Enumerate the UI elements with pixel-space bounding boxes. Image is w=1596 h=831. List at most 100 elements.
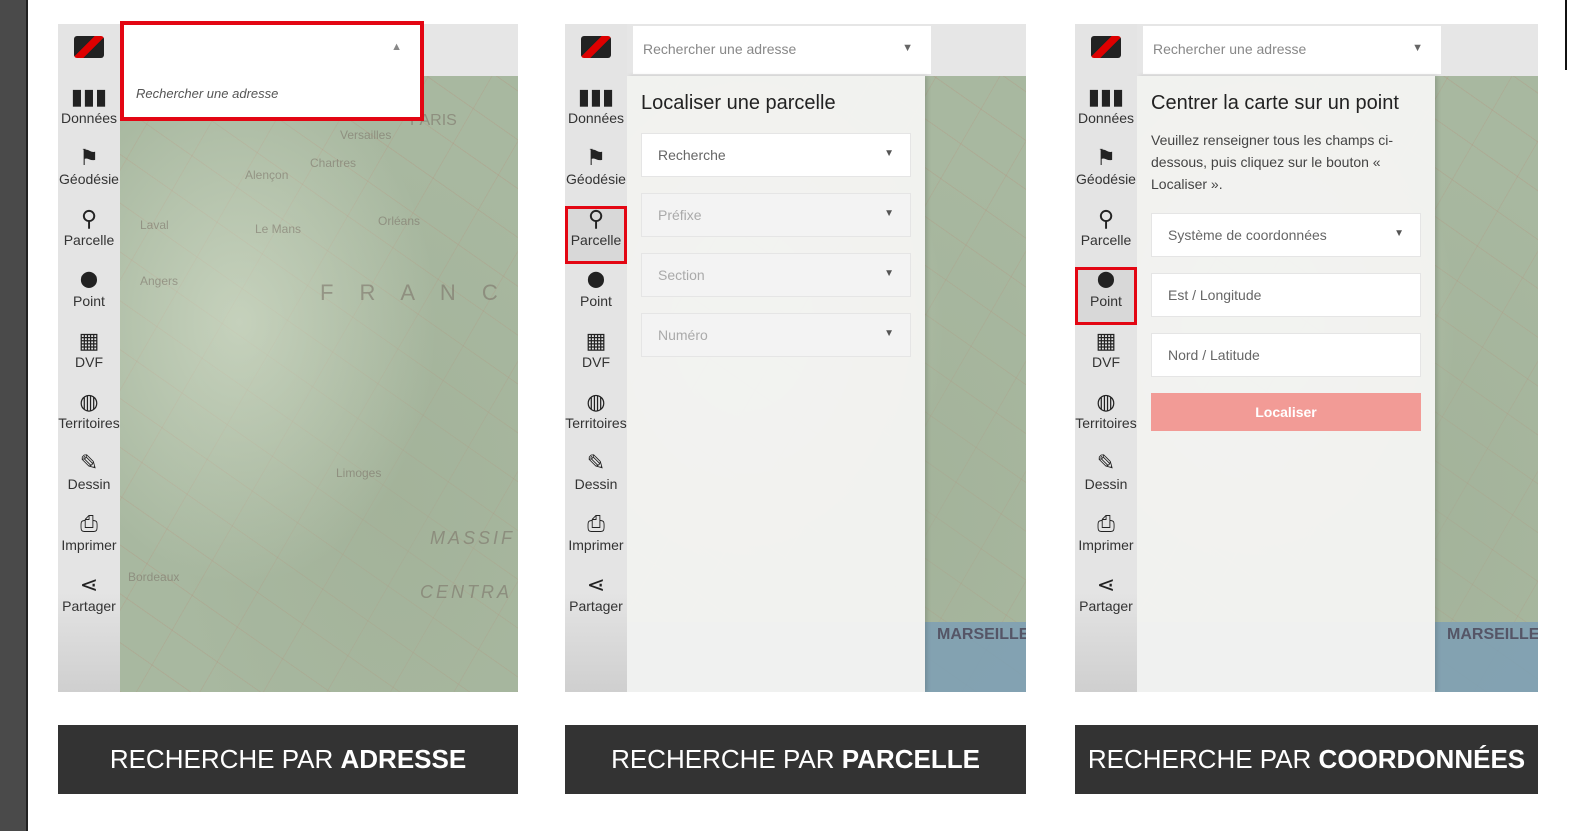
sidebar: ▮▮▮ Données ⚑ Géodésie ⚲ Parcelle ⬤ Point ▦ DVF ◍ T… <box>565 24 627 692</box>
globe-icon: ◍ <box>1096 389 1116 414</box>
sidebar-item-label: Partager <box>569 598 623 614</box>
pencil-icon: ✎ <box>1096 450 1116 475</box>
sidebar-item-donnees[interactable]: ▮▮▮ Données <box>1075 84 1137 142</box>
sidebar-item-label: Territoires <box>1075 415 1137 431</box>
sidebar-item-label: Géodésie <box>1076 171 1136 187</box>
address-search-input[interactable]: ▲ Rechercher une adresse <box>120 21 424 121</box>
sidebar: ▮▮▮ Données ⚑ Géodésie ⚲ Parcelle ⬤ Point ▦ DVF ◍ T… <box>1075 24 1137 692</box>
field-label: Préfixe <box>658 207 702 223</box>
right-window-edge <box>1565 0 1567 70</box>
building-icon: ▦ <box>1095 328 1117 353</box>
caption-prefix: RECHERCHE PAR <box>611 744 842 774</box>
address-search-input[interactable]: Rechercher une adresse ▼ <box>633 26 931 74</box>
sidebar-item-label: Territoires <box>58 415 120 431</box>
number-select[interactable]: Numéro ▼ <box>641 313 911 357</box>
sidebar-item-label: Dessin <box>1084 476 1128 492</box>
sidebar-item-parcelle[interactable]: ⚲ Parcelle <box>58 206 120 264</box>
sidebar-item-label: Partager <box>62 598 116 614</box>
sidebar-item-label: Partager <box>1079 598 1133 614</box>
map-label: MASSIF <box>430 528 516 548</box>
sidebar-item-partager[interactable]: ⋖ Partager <box>565 572 627 630</box>
sidebar-item-dessin[interactable]: ✎ Dessin <box>1075 450 1137 508</box>
sidebar-item-territoires[interactable]: ◍ Territoires <box>565 389 627 447</box>
map[interactable]: PARIS Versailles Chartres Alençon Le Man… <box>120 76 518 692</box>
sidebar-item-point[interactable]: ⬤ Point <box>58 267 120 325</box>
caption-parcel: RECHERCHE PAR PARCELLE <box>565 725 1026 794</box>
sidebar-item-imprimer[interactable]: ⎙ Imprimer <box>58 511 120 569</box>
left-window-edge <box>0 0 28 831</box>
sidebar-item-geodesie[interactable]: ⚑ Géodésie <box>565 145 627 203</box>
sidebar-item-label: Données <box>567 110 625 126</box>
print-icon: ⎙ <box>80 511 98 536</box>
map-label: Bordeaux <box>128 570 180 584</box>
sidebar-item-donnees[interactable]: ▮▮▮ Données <box>58 84 120 142</box>
sidebar-item-geodesie[interactable]: ⚑ Géodésie <box>1075 145 1137 203</box>
sidebar-item-territoires[interactable]: ◍ Territoires <box>1075 389 1137 447</box>
address-search-input[interactable]: Rechercher une adresse ▼ <box>1143 26 1441 74</box>
sidebar-item-label: DVF <box>582 354 610 370</box>
globe-icon: ◍ <box>586 389 606 414</box>
top-bar: Rechercher une adresse ▼ <box>1137 24 1538 76</box>
caption-bold: COORDONNÉES <box>1318 744 1526 774</box>
print-icon: ⎙ <box>1097 511 1115 536</box>
search-icon: ⚲ <box>587 206 605 231</box>
panel-parcel: Rechercher une adresse ▼ MARSEILLE Locali… <box>565 24 1026 692</box>
field-label: Section <box>658 267 705 283</box>
section-select[interactable]: Section ▼ <box>641 253 911 297</box>
caption-prefix: RECHERCHE PAR <box>1087 744 1319 774</box>
sidebar-item-label: Géodésie <box>566 171 626 187</box>
map-label: F R A N C <box>320 280 508 305</box>
caret-up-icon[interactable]: ▲ <box>391 41 402 53</box>
parcel-drawer: Localiser une parcelle Recherche ▼ Préfix… <box>627 76 925 692</box>
caption-coordinates: RECHERCHE PAR COORDONNÉES <box>1075 725 1538 794</box>
sidebar-item-imprimer[interactable]: ⎙ Imprimer <box>565 511 627 569</box>
map-label: Orléans <box>378 214 421 228</box>
prefix-select[interactable]: Préfixe ▼ <box>641 193 911 237</box>
caret-down-icon: ▼ <box>902 42 913 54</box>
app-logo[interactable] <box>1091 36 1121 58</box>
map-label: Limoges <box>336 466 382 480</box>
field-placeholder: Est / Longitude <box>1168 287 1262 303</box>
longitude-input[interactable]: Est / Longitude <box>1151 273 1421 317</box>
sidebar-item-dvf[interactable]: ▦ DVF <box>58 328 120 386</box>
coordinate-system-select[interactable]: Système de coordonnées ▼ <box>1151 213 1421 257</box>
sidebar-item-point[interactable]: ⬤ Point <box>565 267 627 325</box>
field-label: Système de coordonnées <box>1168 227 1327 243</box>
address-search-placeholder: Rechercher une adresse <box>136 86 279 101</box>
parcel-search-select[interactable]: Recherche ▼ <box>641 133 911 177</box>
sidebar-item-dessin[interactable]: ✎ Dessin <box>565 450 627 508</box>
caret-down-icon: ▼ <box>884 208 894 219</box>
sidebar-item-point[interactable]: ⬤ Point <box>1075 267 1137 325</box>
map-label: Chartres <box>310 156 357 170</box>
map-label: CENTRA <box>420 582 513 602</box>
localiser-button[interactable]: Localiser <box>1151 393 1421 431</box>
sidebar-item-dvf[interactable]: ▦ DVF <box>1075 328 1137 386</box>
sidebar-item-label: Territoires <box>565 415 627 431</box>
sidebar-item-parcelle[interactable]: ⚲ Parcelle <box>565 206 627 264</box>
sidebar-item-territoires[interactable]: ◍ Territoires <box>58 389 120 447</box>
sidebar-item-partager[interactable]: ⋖ Partager <box>1075 572 1137 630</box>
sidebar-item-donnees[interactable]: ▮▮▮ Données <box>565 84 627 142</box>
map-icon: ▮▮▮ <box>1087 84 1125 109</box>
map-label: Alençon <box>245 168 289 182</box>
caption-bold: PARCELLE <box>841 744 980 774</box>
map-label: Angers <box>140 274 179 288</box>
sidebar-item-label: Imprimer <box>61 537 117 553</box>
map-marker-icon: ⬤ <box>1097 271 1115 288</box>
app-logo[interactable] <box>74 36 104 58</box>
sidebar-item-geodesie[interactable]: ⚑ Géodésie <box>58 145 120 203</box>
drawer-title: Centrer la carte sur un point <box>1151 92 1399 114</box>
sidebar-item-label: Parcelle <box>570 232 622 248</box>
sidebar-item-parcelle[interactable]: ⚲ Parcelle <box>1075 206 1137 264</box>
sidebar-item-dvf[interactable]: ▦ DVF <box>565 328 627 386</box>
print-icon: ⎙ <box>587 511 605 536</box>
map-label: Laval <box>140 218 169 232</box>
app-logo[interactable] <box>581 36 611 58</box>
sidebar-item-label: Point <box>1090 293 1122 309</box>
map-label: MARSEILLE <box>937 626 1026 643</box>
latitude-input[interactable]: Nord / Latitude <box>1151 333 1421 377</box>
sidebar-item-partager[interactable]: ⋖ Partager <box>58 572 120 630</box>
sidebar-item-imprimer[interactable]: ⎙ Imprimer <box>1075 511 1137 569</box>
map-label: Le Mans <box>255 222 302 236</box>
sidebar-item-dessin[interactable]: ✎ Dessin <box>58 450 120 508</box>
